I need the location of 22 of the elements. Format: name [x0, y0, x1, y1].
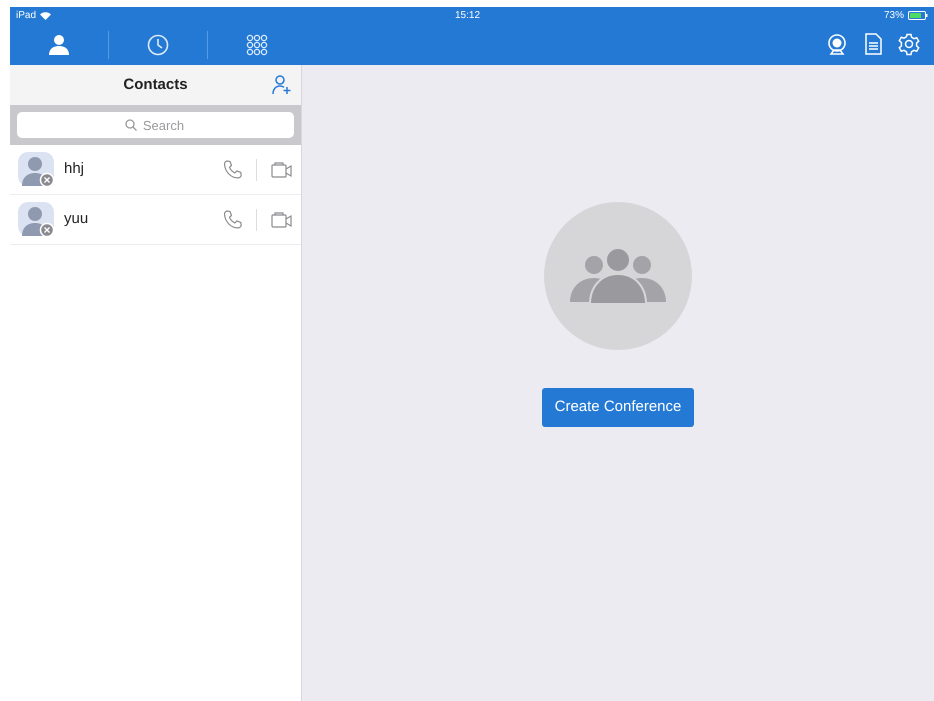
group-avatar-icon — [544, 202, 692, 350]
webcam-button[interactable] — [826, 33, 848, 56]
call-button[interactable] — [222, 158, 257, 180]
clock-icon — [147, 34, 169, 56]
search-icon — [125, 119, 137, 131]
add-contact-button[interactable] — [271, 74, 293, 96]
person-icon — [48, 34, 70, 56]
avatar-icon — [18, 202, 56, 238]
settings-button[interactable] — [898, 33, 920, 56]
wifi-icon — [40, 12, 52, 20]
battery-percent: 73% — [884, 9, 904, 23]
avatar-icon — [18, 152, 56, 188]
dialpad-icon — [246, 34, 268, 56]
battery-icon — [908, 11, 928, 20]
create-conference-button[interactable]: Create Conference — [542, 388, 694, 426]
clock-time: 15:12 — [454, 9, 480, 23]
contact-name: yuu — [64, 209, 90, 230]
device-label: iPad — [16, 9, 36, 23]
contact-name: hhj — [64, 159, 86, 180]
panel-title: Contacts — [123, 74, 188, 95]
call-button[interactable] — [222, 208, 257, 230]
search-field[interactable]: Search — [17, 112, 294, 138]
